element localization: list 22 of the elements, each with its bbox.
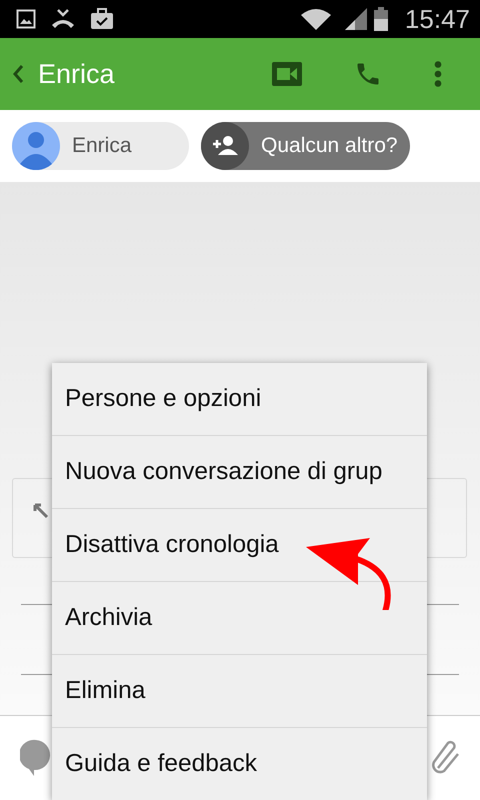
conversation-title: Enrica (38, 58, 116, 90)
image-icon (16, 9, 36, 29)
clock: 15:47 (404, 4, 470, 34)
wifi-icon (300, 8, 331, 30)
menu-item[interactable]: Persone e opzioni (52, 363, 427, 436)
add-person-chip[interactable]: Qualcun altro? (201, 122, 410, 170)
paperclip-icon[interactable] (430, 740, 462, 776)
add-person-icon (201, 122, 249, 170)
menu-item[interactable]: Nuova conversazione di grup (52, 436, 427, 509)
arrow-icon (33, 503, 51, 519)
menu-item[interactable]: Guida e feedback (52, 728, 427, 800)
speech-bubble-icon[interactable] (20, 739, 52, 777)
video-camera-icon[interactable] (272, 62, 302, 86)
briefcase-check-icon (90, 8, 114, 30)
battery-icon (372, 7, 389, 31)
avatar-icon (12, 122, 60, 170)
menu-item[interactable]: Elimina (52, 655, 427, 728)
more-options-icon[interactable] (434, 61, 442, 87)
back-icon[interactable] (12, 64, 24, 84)
contact-chip[interactable]: Enrica (12, 122, 189, 170)
signal-icon (344, 8, 367, 30)
menu-item[interactable]: Archivia (52, 582, 427, 655)
